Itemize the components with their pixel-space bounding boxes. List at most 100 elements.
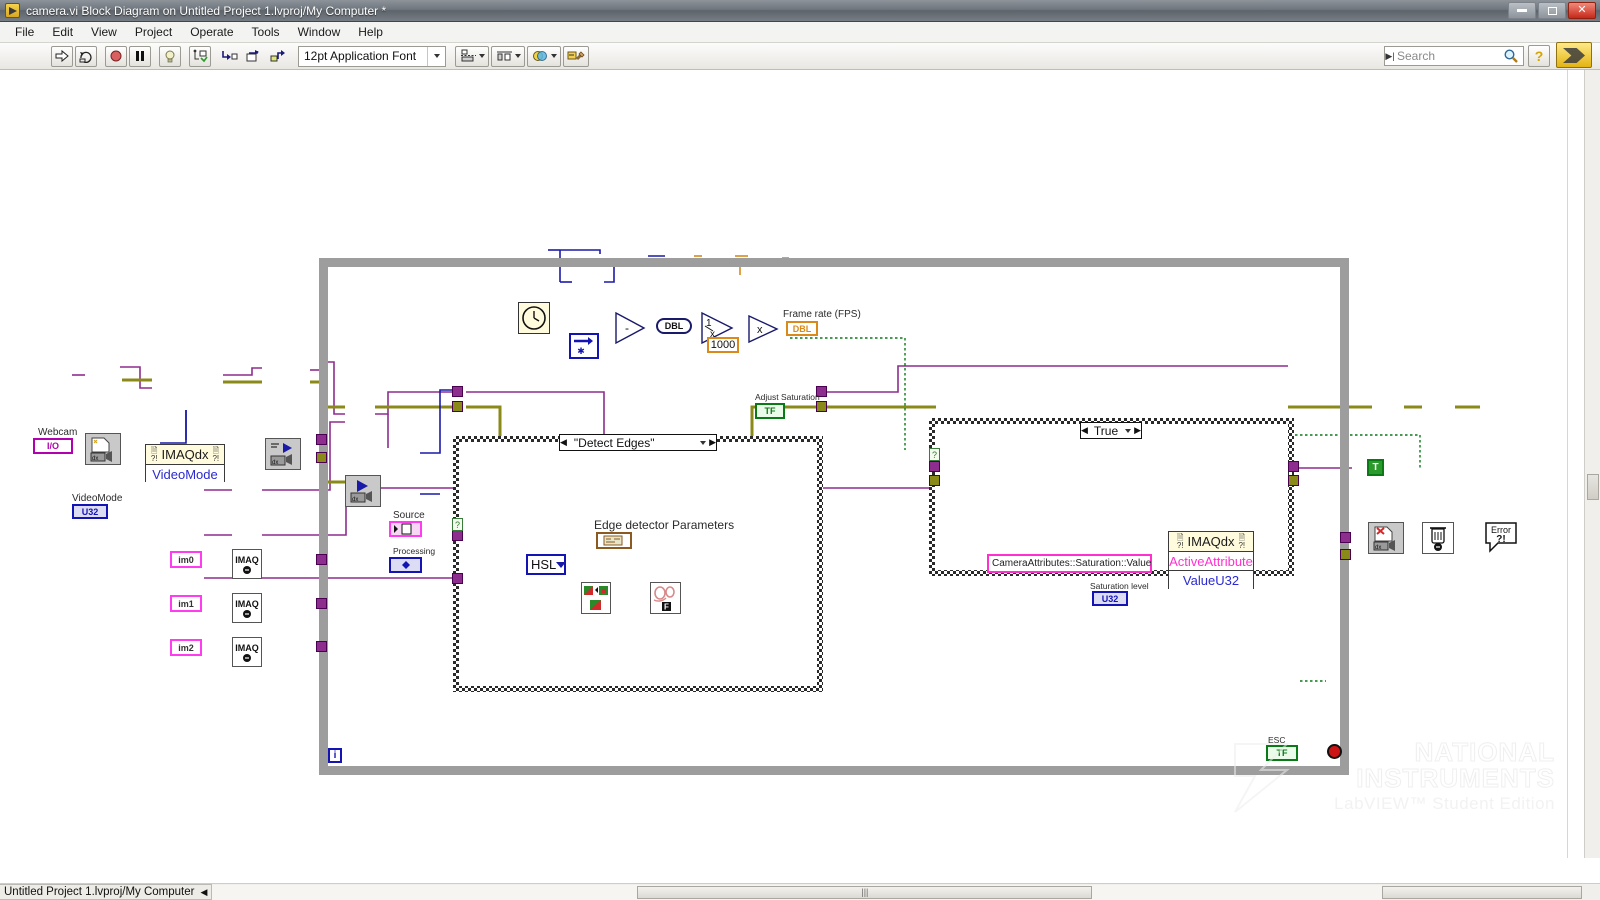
constant-1000[interactable]: 1000 xyxy=(707,337,739,353)
imaqdx-property-node-videomode[interactable]: 🗎?! IMAQdx 🗎?! VideoMode xyxy=(145,444,225,484)
imaqdx-configure-grab-node[interactable]: dx xyxy=(265,438,301,470)
saturation-case-selector-terminal[interactable]: ? xyxy=(929,448,940,461)
vertical-scrollbar-thumb[interactable] xyxy=(1587,474,1599,500)
saturation-tunnel-in-2[interactable] xyxy=(929,475,940,486)
true-constant[interactable]: T xyxy=(1367,459,1384,476)
source-control[interactable] xyxy=(389,521,422,537)
tick-count-node[interactable] xyxy=(518,302,550,334)
saturation-tunnel-out-1[interactable] xyxy=(1288,461,1299,472)
loop-tunnel-left-1[interactable] xyxy=(316,434,327,445)
imaqdx-close-camera-node[interactable]: dx xyxy=(1368,522,1404,554)
imaq-create-node-0[interactable]: IMAQ xyxy=(232,549,262,579)
image-control-im2[interactable]: im2 xyxy=(170,639,202,656)
edge-case-tunnel-in-1[interactable] xyxy=(452,386,463,397)
imaq-edge-detection-node[interactable]: F xyxy=(650,582,681,614)
edge-case-tunnel-in-2[interactable] xyxy=(452,401,463,412)
case-prev-arrow-icon[interactable]: ◀ xyxy=(1081,425,1088,436)
imaqdx-row-value-u32[interactable]: ValueU32 xyxy=(1169,571,1253,590)
maximize-button[interactable] xyxy=(1538,2,1566,19)
loop-tunnel-left-3[interactable] xyxy=(316,554,327,565)
imaqdx-property-node-saturation[interactable]: 🗎?! IMAQdx 🗎?! ActiveAttribute ValueU32 xyxy=(1168,531,1254,590)
imaq-create-node-2[interactable]: IMAQ xyxy=(232,637,262,667)
close-button[interactable]: ✕ xyxy=(1568,2,1596,19)
edge-case-tunnel-out-2[interactable] xyxy=(816,401,827,412)
imaq-extract-color-plane-node[interactable] xyxy=(581,582,611,614)
horizontal-scrollbar-thumb[interactable]: ||| xyxy=(637,885,1093,899)
chevron-down-icon[interactable] xyxy=(556,561,567,568)
menu-item-project[interactable]: Project xyxy=(126,23,181,41)
menu-item-window[interactable]: Window xyxy=(289,23,350,41)
loop-tunnel-left-5[interactable] xyxy=(316,641,327,652)
search-scope-icon[interactable]: ▶| xyxy=(1385,51,1395,62)
esc-control[interactable]: TF xyxy=(1266,745,1298,761)
loop-tunnel-right-2[interactable] xyxy=(1340,549,1351,560)
loop-stop-terminal[interactable] xyxy=(1327,744,1342,759)
saturation-tunnel-in-1[interactable] xyxy=(929,461,940,472)
menu-item-file[interactable]: File xyxy=(6,23,43,41)
adjust-saturation-control[interactable]: TF xyxy=(755,403,785,419)
frame-rate-indicator[interactable]: DBL xyxy=(786,321,818,336)
detect-edges-case-selector[interactable]: ◀ "Detect Edges" ▶ xyxy=(559,434,717,451)
distribute-objects-button[interactable] xyxy=(491,45,525,67)
imaqdx-property-row-videomode[interactable]: VideoMode xyxy=(146,465,224,484)
minimize-button[interactable] xyxy=(1508,2,1536,19)
imaqdx-open-camera-node[interactable]: dx xyxy=(85,433,121,465)
loop-tunnel-left-2[interactable] xyxy=(316,452,327,463)
run-continuously-button[interactable] xyxy=(75,45,97,67)
highlight-execution-button[interactable] xyxy=(159,45,181,67)
feedback-node[interactable]: ✱ xyxy=(569,333,599,359)
menu-item-edit[interactable]: Edit xyxy=(43,23,82,41)
menu-item-tools[interactable]: Tools xyxy=(243,23,289,41)
edge-case-tunnel-in-4[interactable] xyxy=(452,573,463,584)
videomode-control[interactable]: U32 xyxy=(72,504,108,519)
loop-tunnel-right-1[interactable] xyxy=(1340,532,1351,543)
chevron-down-icon[interactable] xyxy=(1125,428,1132,433)
search-input[interactable]: ▶| Search xyxy=(1384,46,1524,66)
reorder-button[interactable] xyxy=(527,45,561,67)
imaq-create-node-1[interactable]: IMAQ xyxy=(232,593,262,623)
run-button[interactable] xyxy=(51,45,73,67)
case-next-arrow-icon[interactable]: ▶ xyxy=(709,437,716,448)
simple-error-handler-node[interactable]: Error ?! xyxy=(1484,520,1518,554)
pause-button[interactable] xyxy=(129,45,151,67)
step-out-button[interactable] xyxy=(267,46,289,67)
case-prev-arrow-icon[interactable]: ◀ xyxy=(560,437,567,448)
vertical-scrollbar[interactable] xyxy=(1584,70,1600,858)
abort-execution-button[interactable] xyxy=(105,45,127,67)
saturation-case-selector[interactable]: ◀ True ▶ xyxy=(1080,422,1142,439)
status-collapse-icon[interactable]: ◀ xyxy=(200,887,207,898)
menu-item-view[interactable]: View xyxy=(82,23,126,41)
loop-tunnel-left-4[interactable] xyxy=(316,598,327,609)
font-selector[interactable]: 12pt Application Font xyxy=(298,45,446,67)
context-help-button[interactable]: ? xyxy=(1528,45,1550,67)
menu-item-help[interactable]: Help xyxy=(349,23,392,41)
imaqdx-row-active-attribute[interactable]: ActiveAttribute xyxy=(1169,552,1253,571)
step-into-button[interactable] xyxy=(219,46,241,67)
edge-case-selector-terminal[interactable]: ? xyxy=(452,518,463,531)
subtract-function[interactable]: - xyxy=(614,311,650,345)
align-objects-button[interactable] xyxy=(455,45,489,67)
chevron-down-icon[interactable] xyxy=(700,440,707,445)
saturation-tunnel-out-2[interactable] xyxy=(1288,475,1299,486)
imaqdx-grab-node[interactable]: dx xyxy=(345,475,381,507)
edge-detector-parameters-control[interactable] xyxy=(596,532,632,549)
chevron-down-icon[interactable] xyxy=(427,46,445,66)
status-project-path[interactable]: Untitled Project 1.lvproj/My Computer ◀ xyxy=(0,884,213,900)
retain-wire-values-button[interactable] xyxy=(189,45,211,67)
block-diagram-canvas[interactable]: i ✱ - DBL 1 x 1000 x Frame rate (FPS) DB… xyxy=(0,70,1568,858)
cleanup-diagram-button[interactable] xyxy=(563,45,589,67)
processing-control[interactable] xyxy=(389,557,422,573)
imaq-dispose-node[interactable] xyxy=(1422,522,1454,554)
color-plane-ring-control[interactable]: HSL xyxy=(526,554,567,575)
case-next-arrow-icon[interactable]: ▶ xyxy=(1134,425,1141,436)
saturation-level-control[interactable]: U32 xyxy=(1092,591,1128,606)
image-control-im1[interactable]: im1 xyxy=(170,595,202,612)
multiply-function[interactable]: x xyxy=(747,314,783,344)
horizontal-scrollbar-track[interactable]: ||| xyxy=(212,884,1382,900)
step-over-button[interactable] xyxy=(243,46,265,67)
menu-item-operate[interactable]: Operate xyxy=(181,23,242,41)
horizontal-scrollbar[interactable]: Untitled Project 1.lvproj/My Computer ◀ … xyxy=(0,883,1600,900)
image-control-im0[interactable]: im0 xyxy=(170,551,202,568)
detect-edges-case-structure[interactable] xyxy=(453,436,823,692)
edge-case-tunnel-in-3[interactable] xyxy=(452,530,463,541)
